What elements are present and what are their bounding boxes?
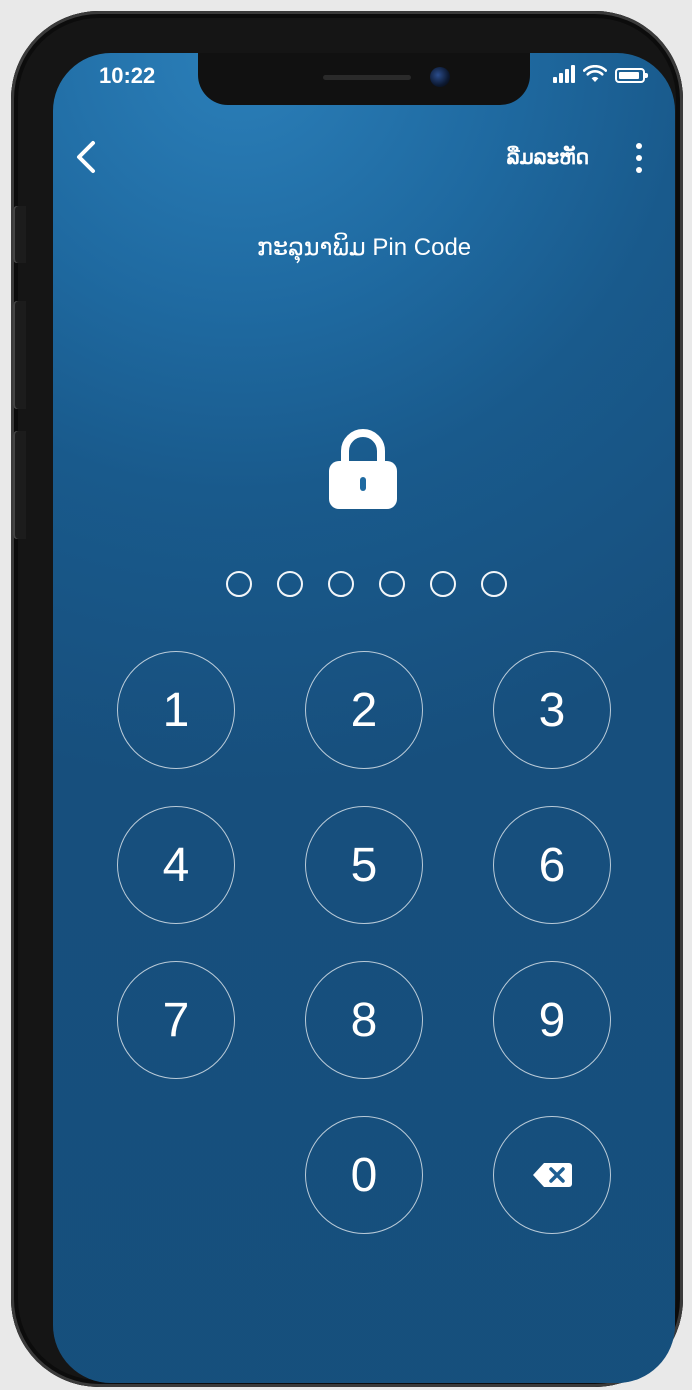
- key-6[interactable]: 6: [493, 806, 611, 924]
- key-5[interactable]: 5: [305, 806, 423, 924]
- key-8[interactable]: 8: [305, 961, 423, 1079]
- stage: 10:22 ລືມລະຫັດ ກະລຸນາພິມ Pin Code 1 2 3 …: [0, 0, 692, 1390]
- pin-dot: [276, 571, 303, 597]
- earpiece-speaker: [323, 75, 411, 80]
- pin-dot: [225, 571, 252, 597]
- key-4[interactable]: 4: [117, 806, 235, 924]
- key-2[interactable]: 2: [305, 651, 423, 769]
- cellular-signal-icon: [553, 65, 575, 83]
- phone-frame: 10:22 ລືມລະຫັດ ກະລຸນາພິມ Pin Code 1 2 3 …: [11, 11, 683, 1387]
- notch: [198, 53, 530, 105]
- key-1[interactable]: 1: [117, 651, 235, 769]
- pin-indicator: [53, 571, 675, 597]
- forgot-pin-link[interactable]: ລືມລະຫັດ: [507, 145, 589, 170]
- screen: 10:22 ລືມລະຫັດ ກະລຸນາພິມ Pin Code 1 2 3 …: [53, 53, 675, 1383]
- backspace-icon: [533, 1163, 572, 1187]
- key-9[interactable]: 9: [493, 961, 611, 1079]
- pin-dot: [327, 571, 354, 597]
- wifi-icon: [583, 65, 607, 82]
- numeric-keypad: 1 2 3 4 5 6 7 8 9 0: [117, 651, 612, 1234]
- status-icons: [553, 65, 648, 83]
- pin-dot: [480, 571, 507, 597]
- battery-icon: [615, 68, 648, 83]
- more-options-button[interactable]: [629, 143, 649, 173]
- key-7[interactable]: 7: [117, 961, 235, 1079]
- volume-up-button: [13, 301, 26, 409]
- back-button[interactable]: [67, 135, 107, 179]
- padlock-icon: [329, 429, 397, 509]
- key-3[interactable]: 3: [493, 651, 611, 769]
- vertical-ellipsis-icon: [636, 143, 642, 149]
- mute-switch: [13, 206, 26, 263]
- pin-dot: [378, 571, 405, 597]
- key-0[interactable]: 0: [305, 1116, 423, 1234]
- chevron-left-icon: [77, 141, 95, 173]
- status-time: 10:22: [99, 63, 156, 88]
- keypad-spacer: [117, 1116, 235, 1234]
- pin-dot: [429, 571, 456, 597]
- front-camera-icon: [430, 67, 450, 87]
- pin-prompt: ກະລຸນາພິມ Pin Code: [256, 234, 472, 261]
- delete-button[interactable]: [493, 1116, 611, 1234]
- volume-down-button: [13, 431, 26, 539]
